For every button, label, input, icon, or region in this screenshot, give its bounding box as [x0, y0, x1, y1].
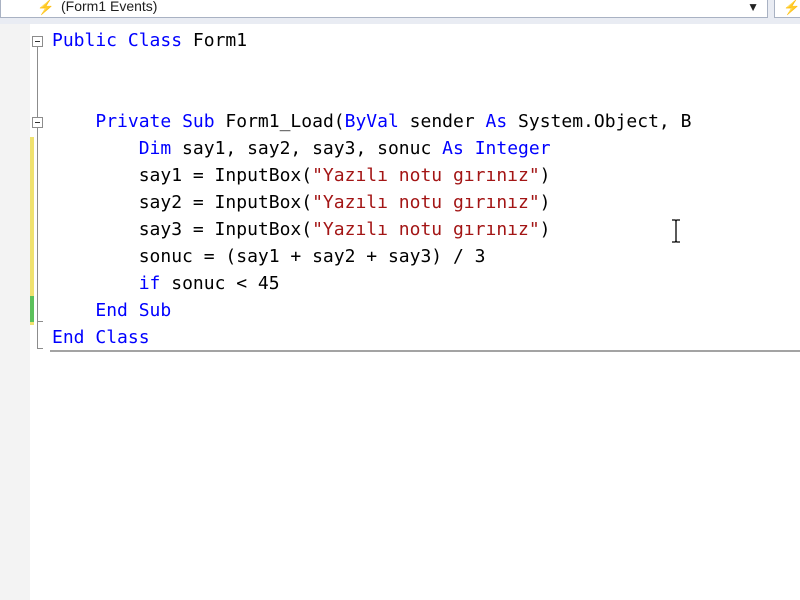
string-token: "Yazılı notu gırınız" — [312, 192, 540, 213]
code-token: sender — [398, 111, 486, 132]
string-token: "Yazılı notu gırınız" — [312, 165, 540, 186]
keyword-token: Sub — [182, 111, 215, 132]
dropdown-arrow-icon[interactable]: ▼ — [747, 0, 759, 15]
saved-lines-marker — [30, 296, 34, 322]
code-line[interactable]: End Class — [52, 324, 150, 351]
keyword-token: Integer — [474, 138, 551, 159]
code-token: Form1 — [182, 30, 248, 51]
code-line[interactable]: say2 = InputBox("Yazılı notu gırınız") — [52, 189, 551, 216]
code-token: say1 = InputBox( — [52, 165, 313, 186]
code-line[interactable]: Public Class Form1 — [52, 27, 247, 54]
outline-end-tick — [37, 321, 43, 322]
code-token: say2 = InputBox( — [52, 192, 313, 213]
keyword-token: As — [485, 111, 508, 132]
events-dropdown-label: (Form1 Events) — [61, 0, 158, 14]
keyword-token: End — [52, 327, 85, 348]
outline-guide — [37, 128, 38, 348]
code-token: sonuc < 45 — [160, 273, 280, 294]
keyword-token: ByVal — [344, 111, 399, 132]
collapse-sub-icon[interactable] — [32, 117, 43, 128]
code-token: ) — [539, 165, 551, 186]
code-editor[interactable]: Public Class Form1 Private Sub Form1_Loa… — [30, 24, 800, 600]
text-ibeam-cursor-icon — [672, 219, 680, 243]
lightning-bolt-icon: ⚡ — [783, 0, 800, 15]
code-line[interactable]: Dim say1, say2, say3, sonuc As Integer — [52, 135, 551, 162]
outline-end-tick — [37, 348, 43, 349]
code-token: say1, say2, say3, sonuc — [171, 138, 443, 159]
keyword-token: if — [138, 273, 161, 294]
lightning-bolt-icon: ⚡ — [37, 0, 55, 15]
code-line[interactable]: if sonuc < 45 — [52, 270, 280, 297]
outline-guide — [37, 47, 38, 125]
members-dropdown[interactable]: ⚡ — [774, 0, 800, 18]
string-token: "Yazılı notu gırınız" — [312, 219, 540, 240]
collapse-class-icon[interactable] — [32, 36, 43, 47]
code-line[interactable]: sonuc = (say1 + say2 + say3) / 3 — [52, 243, 486, 270]
code-token: Form1_Load( — [214, 111, 345, 132]
events-dropdown[interactable]: ⚡ (Form1 Events) ▼ — [0, 0, 768, 18]
keyword-token: Class — [127, 30, 183, 51]
keyword-token: End — [95, 300, 128, 321]
indicator-margin — [0, 24, 30, 600]
keyword-token: As — [442, 138, 464, 159]
end-of-code-separator — [50, 350, 800, 352]
code-token: ) — [539, 219, 551, 240]
keyword-token: Private — [95, 111, 172, 132]
code-token: sonuc = (say1 + say2 + say3) / 3 — [52, 246, 486, 267]
code-token: ) — [539, 192, 551, 213]
code-token: System.Object, B — [507, 111, 692, 132]
keyword-token: Sub — [138, 300, 172, 321]
code-line[interactable]: End Sub — [52, 297, 171, 324]
code-token: say3 = InputBox( — [52, 219, 313, 240]
keyword-token: Dim — [138, 138, 172, 159]
keyword-token: Public — [52, 30, 118, 51]
keyword-token: Class — [95, 327, 150, 348]
code-line[interactable]: say1 = InputBox("Yazılı notu gırınız") — [52, 162, 551, 189]
code-line[interactable]: say3 = InputBox("Yazılı notu gırınız") — [52, 216, 551, 243]
code-line[interactable]: Private Sub Form1_Load(ByVal sender As S… — [52, 108, 691, 135]
navigation-bar: ⚡ (Form1 Events) ▼ ⚡ — [0, 0, 800, 25]
